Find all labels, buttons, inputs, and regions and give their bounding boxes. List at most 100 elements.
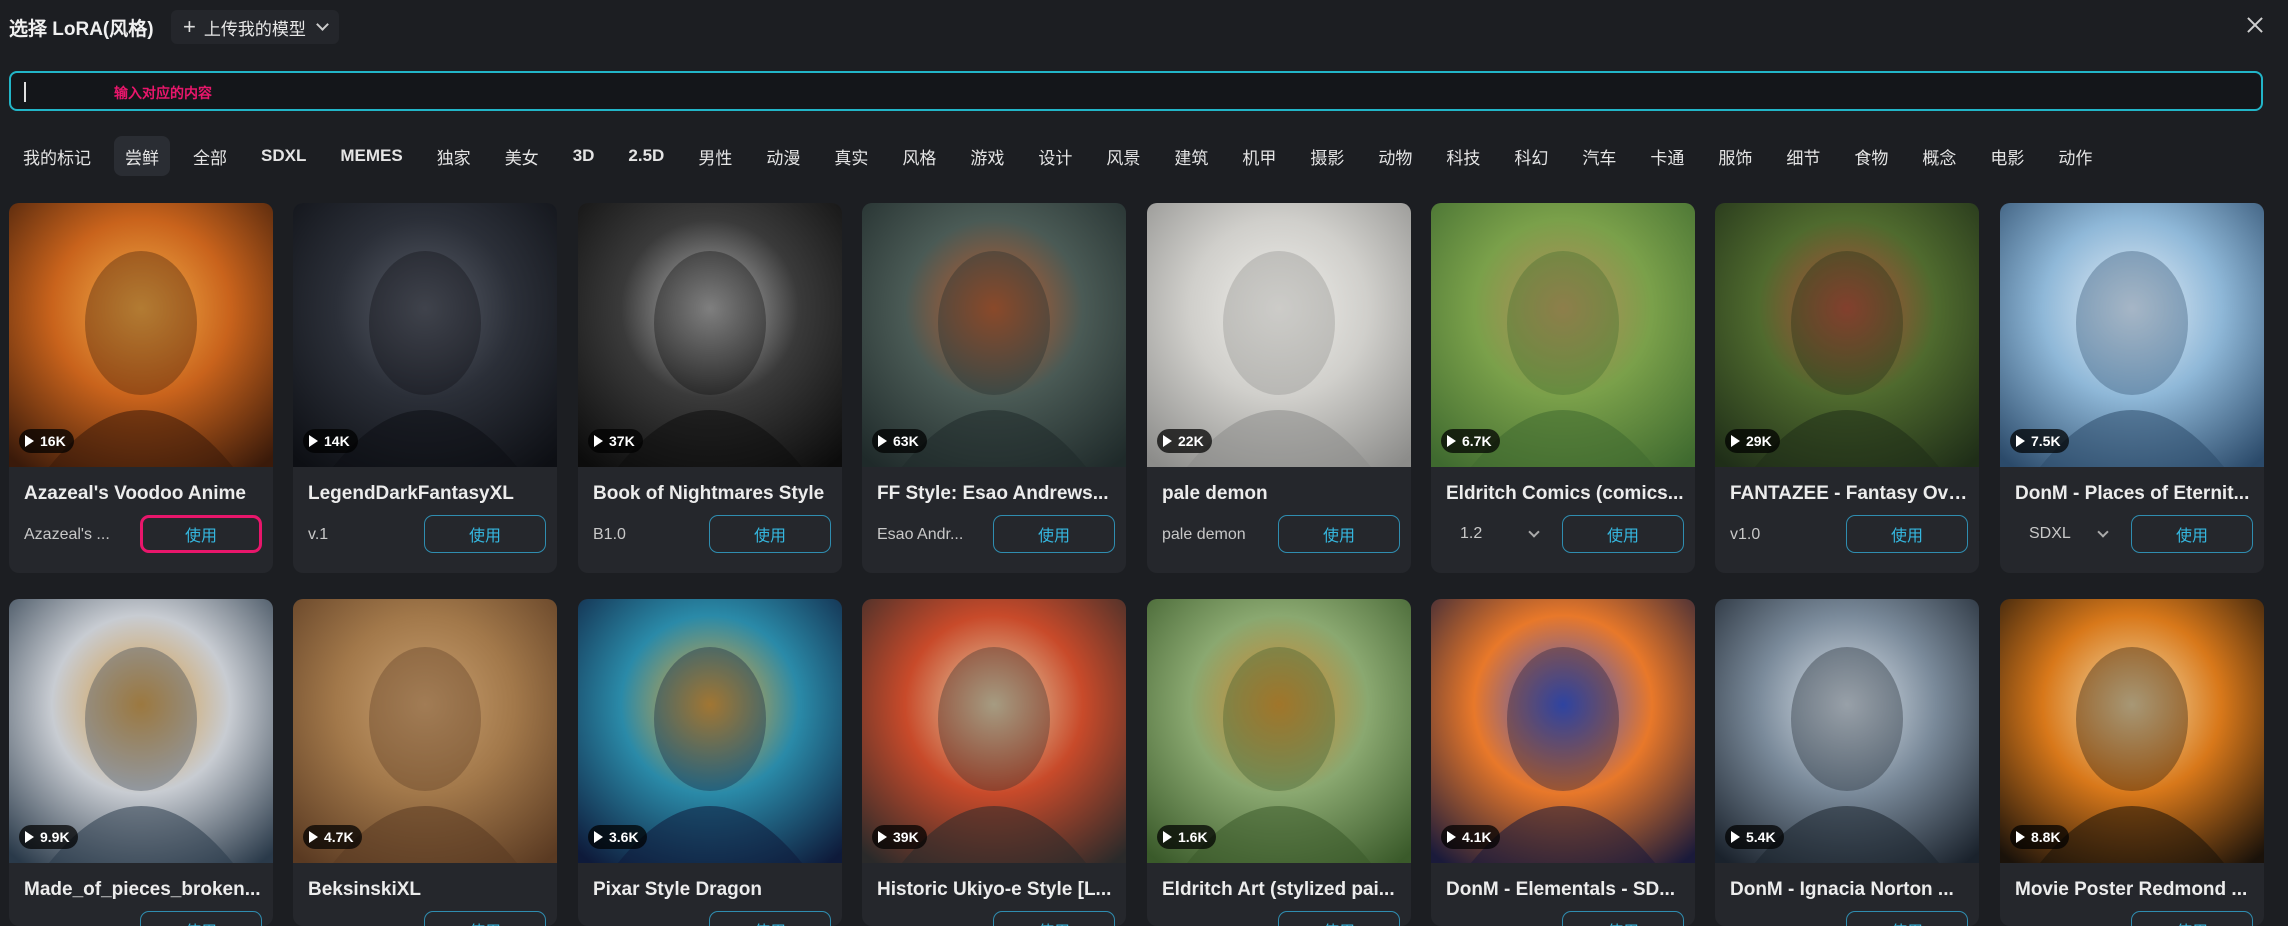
model-card[interactable]: 37K Book of Nightmares Style B1.0 使用 [578, 203, 842, 573]
tab-category[interactable]: 食物 [1843, 136, 1899, 176]
model-card[interactable]: 4.1K DonM - Elementals - SD... 使用 [1431, 599, 1695, 926]
search-input[interactable] [11, 73, 2261, 109]
model-card[interactable]: 9.9K Made_of_pieces_broken... 使用 [9, 599, 273, 926]
view-count: 22K [1178, 433, 1204, 449]
use-button[interactable]: 使用 [1846, 515, 1968, 553]
thumbnail-image [1431, 203, 1695, 467]
model-card[interactable]: 14K LegendDarkFantasyXL v.1 使用 [293, 203, 557, 573]
model-thumbnail[interactable]: 7.5K [2000, 203, 2264, 467]
use-button[interactable]: 使用 [1562, 911, 1684, 926]
model-thumbnail[interactable]: 14K [293, 203, 557, 467]
model-card[interactable]: 7.5K DonM - Places of Eternit... SDXL 使用 [2000, 203, 2264, 573]
tab-category[interactable]: 风格 [891, 136, 947, 176]
model-name: DonM - Ignacia Norton ... [1730, 879, 1954, 900]
model-thumbnail[interactable]: 4.7K [293, 599, 557, 863]
use-button[interactable]: 使用 [993, 515, 1115, 553]
tab-category[interactable]: 动作 [2047, 136, 2103, 176]
model-thumbnail[interactable]: 39K [862, 599, 1126, 863]
view-count-badge: 9.9K [19, 825, 78, 849]
use-button[interactable]: 使用 [424, 911, 546, 926]
tab-category[interactable]: 男性 [687, 136, 743, 176]
play-icon [309, 831, 318, 843]
top-bar: 选择 LoRA(风格) + 上传我的模型 [0, 0, 2288, 54]
model-thumbnail[interactable]: 4.1K [1431, 599, 1695, 863]
view-count: 1.6K [1178, 829, 1208, 845]
tab-category[interactable]: 美女 [494, 136, 550, 176]
use-button[interactable]: 使用 [709, 911, 831, 926]
tab-category[interactable]: 真实 [823, 136, 879, 176]
use-button[interactable]: 使用 [2131, 911, 2253, 926]
model-card[interactable]: 6.7K Eldritch Comics (comics... 1.2 使用 [1431, 203, 1695, 573]
close-icon[interactable] [2244, 14, 2266, 36]
model-thumbnail[interactable]: 5.4K [1715, 599, 1979, 863]
tab-category[interactable]: 风景 [1095, 136, 1151, 176]
tab-category[interactable]: MEMES [329, 136, 413, 176]
tab-category[interactable]: 科幻 [1503, 136, 1559, 176]
view-count-badge: 4.1K [1441, 825, 1500, 849]
model-thumbnail[interactable]: 63K [862, 203, 1126, 467]
use-button[interactable]: 使用 [2131, 515, 2253, 553]
use-button[interactable]: 使用 [140, 515, 262, 553]
tab-category[interactable]: SDXL [250, 136, 317, 176]
model-card[interactable]: 8.8K Movie Poster Redmond ... 使用 [2000, 599, 2264, 926]
model-thumbnail[interactable]: 3.6K [578, 599, 842, 863]
tab-category[interactable]: 摄影 [1299, 136, 1355, 176]
model-thumbnail[interactable]: 16K [9, 203, 273, 467]
view-count-badge: 63K [872, 429, 927, 453]
model-thumbnail[interactable]: 8.8K [2000, 599, 2264, 863]
view-count-badge: 7.5K [2010, 429, 2069, 453]
model-card[interactable]: 1.6K Eldritch Art (stylized pai... 使用 [1147, 599, 1411, 926]
tab-category[interactable]: 设计 [1027, 136, 1083, 176]
model-card[interactable]: 29K FANTAZEE - Fantasy Ove... v1.0 使用 [1715, 203, 1979, 573]
use-button[interactable]: 使用 [140, 911, 262, 926]
search-field[interactable]: 输入对应的内容 [9, 71, 2263, 111]
tab-category[interactable]: 独家 [426, 136, 482, 176]
model-thumbnail[interactable]: 37K [578, 203, 842, 467]
tab-category[interactable]: 2.5D [617, 136, 675, 176]
model-card[interactable]: 22K pale demon pale demon 使用 [1147, 203, 1411, 573]
tab-category[interactable]: 3D [562, 136, 606, 176]
model-card[interactable]: 63K FF Style: Esao Andrews... Esao Andr.… [862, 203, 1126, 573]
model-thumbnail[interactable]: 1.6K [1147, 599, 1411, 863]
tab-category[interactable]: 动漫 [755, 136, 811, 176]
use-button[interactable]: 使用 [709, 515, 831, 553]
model-card[interactable]: 3.6K Pixar Style Dragon 使用 [578, 599, 842, 926]
tab-category[interactable]: 汽车 [1571, 136, 1627, 176]
tab-category[interactable]: 机甲 [1231, 136, 1287, 176]
tab-category[interactable]: 建筑 [1163, 136, 1219, 176]
model-card[interactable]: 4.7K BeksinskiXL 使用 [293, 599, 557, 926]
use-button[interactable]: 使用 [1562, 515, 1684, 553]
tab-category[interactable]: 我的标记 [12, 136, 102, 176]
tab-category[interactable]: 尝鲜 [114, 136, 170, 176]
model-card[interactable]: 16K Azazeal's Voodoo Anime Azazeal's ...… [9, 203, 273, 573]
tab-category[interactable]: 服饰 [1707, 136, 1763, 176]
upload-model-button[interactable]: + 上传我的模型 [171, 10, 339, 44]
tab-category[interactable]: 电影 [1979, 136, 2035, 176]
use-button[interactable]: 使用 [993, 911, 1115, 926]
use-button[interactable]: 使用 [424, 515, 546, 553]
tab-category[interactable]: 全部 [182, 136, 238, 176]
model-thumbnail[interactable]: 9.9K [9, 599, 273, 863]
version-value: 1.2 [1460, 525, 1483, 542]
model-thumbnail[interactable]: 6.7K [1431, 203, 1695, 467]
tab-category[interactable]: 卡通 [1639, 136, 1695, 176]
tab-category[interactable]: 细节 [1775, 136, 1831, 176]
tab-category[interactable]: 游戏 [959, 136, 1015, 176]
use-button[interactable]: 使用 [1278, 911, 1400, 926]
model-thumbnail[interactable]: 22K [1147, 203, 1411, 467]
version-select[interactable]: SDXL [2015, 515, 2125, 553]
use-button[interactable]: 使用 [1278, 515, 1400, 553]
version-select[interactable]: 1.2 [1446, 515, 1556, 553]
use-button[interactable]: 使用 [1846, 911, 1968, 926]
tab-category[interactable]: 概念 [1911, 136, 1967, 176]
model-name: BeksinskiXL [308, 879, 421, 900]
view-count-badge: 3.6K [588, 825, 647, 849]
tab-category[interactable]: 科技 [1435, 136, 1491, 176]
model-thumbnail[interactable]: 29K [1715, 203, 1979, 467]
model-card[interactable]: 39K Historic Ukiyo-e Style [L... 使用 [862, 599, 1126, 926]
tab-category[interactable]: 动物 [1367, 136, 1423, 176]
view-count: 16K [40, 433, 66, 449]
play-icon [878, 831, 887, 843]
model-card[interactable]: 5.4K DonM - Ignacia Norton ... 使用 [1715, 599, 1979, 926]
play-icon [594, 435, 603, 447]
